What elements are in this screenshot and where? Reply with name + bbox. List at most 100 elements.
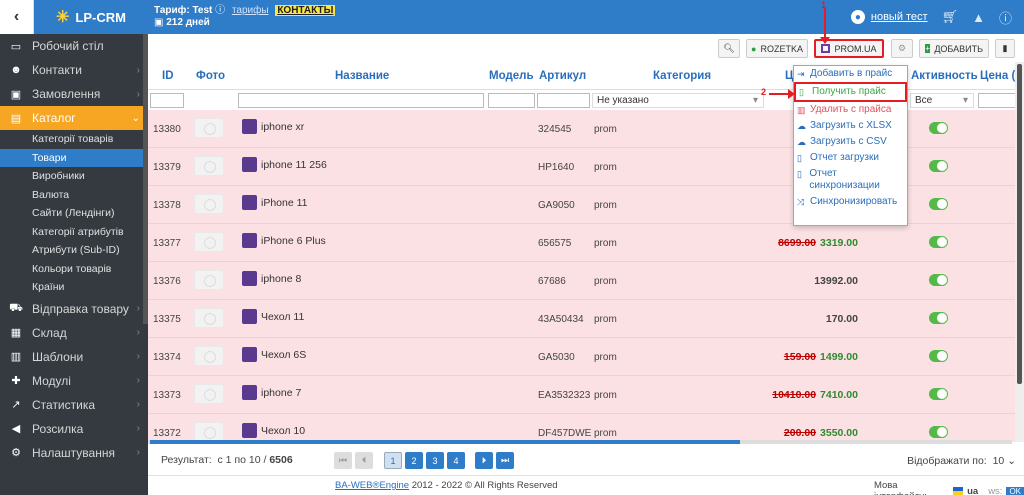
prev-page-button[interactable]: ⏴: [355, 452, 373, 469]
menu-item-synchronize[interactable]: ⤨ Синхронизировать: [794, 194, 907, 210]
next-page-button[interactable]: ⏵: [475, 452, 493, 469]
product-photo-placeholder[interactable]: [194, 232, 224, 252]
table-row[interactable]: 13373 iphone 7 EA3532323 prom 10410.00 7410.0…: [148, 376, 1018, 414]
sidebar-item-shipping[interactable]: ⛟ Відправка товару ›: [0, 297, 148, 321]
product-photo-placeholder[interactable]: [194, 270, 224, 290]
sidebar-subitem-products[interactable]: Товари: [0, 148, 148, 167]
sidebar-subitem[interactable]: Сайти (Лендінги): [0, 204, 148, 223]
sidebar-subitem[interactable]: Валюта: [0, 186, 148, 205]
menu-item-upload-csv[interactable]: ☁ Загрузить с CSV: [794, 134, 907, 150]
active-toggle[interactable]: [929, 274, 948, 286]
logo[interactable]: ✳ LP-CRM: [34, 0, 148, 34]
first-page-button[interactable]: ⏮: [334, 452, 352, 469]
page-button-3[interactable]: 3: [426, 452, 444, 469]
bell-icon[interactable]: ▲: [972, 10, 985, 25]
export-button[interactable]: ▮: [995, 39, 1015, 58]
category-filter[interactable]: Не указано ▾: [592, 93, 764, 108]
brand-link[interactable]: BA-WEB®Engine: [335, 480, 409, 491]
product-name[interactable]: iphone 8: [261, 273, 301, 285]
active-toggle[interactable]: [929, 350, 948, 362]
sidebar-subitem[interactable]: Країни: [0, 278, 148, 297]
table-row[interactable]: 13376 iphone 8 67686 prom 13992.00: [148, 262, 1018, 300]
sidebar-item-catalog[interactable]: ▤ Каталог ⌄: [0, 106, 148, 130]
active-toggle[interactable]: [929, 198, 948, 210]
product-photo-placeholder[interactable]: [194, 194, 224, 214]
id-filter[interactable]: [150, 93, 184, 108]
product-photo-placeholder[interactable]: [194, 384, 224, 404]
product-name[interactable]: iphone 11 256: [261, 159, 327, 171]
table-row[interactable]: 13375 Чехол 11 43A50434 prom 170.00: [148, 300, 1018, 338]
name-filter[interactable]: [238, 93, 484, 108]
column-header-id[interactable]: ID: [162, 70, 174, 82]
tariffs-link[interactable]: тарифы: [232, 5, 269, 16]
search-button[interactable]: 🔍︎: [718, 39, 740, 58]
rozetka-button[interactable]: ● ROZETKA: [746, 39, 808, 58]
product-name[interactable]: Чехол 6S: [261, 349, 306, 361]
active-toggle[interactable]: [929, 388, 948, 400]
table-row[interactable]: 13374 Чехол 6S GA5030 prom 159.00 1499.00: [148, 338, 1018, 376]
sidebar-item-templates[interactable]: ▥ Шаблони ›: [0, 345, 148, 369]
collapse-sidebar-button[interactable]: ‹: [0, 0, 34, 34]
sidebar-subitem[interactable]: Категорії товарів: [0, 130, 148, 149]
sidebar-item-settings[interactable]: ⚙ Налаштування ›: [0, 441, 148, 465]
contacts-link[interactable]: КОНТАКТЫ: [275, 5, 336, 16]
column-header-category[interactable]: Категория: [653, 70, 711, 82]
sidebar-subitem[interactable]: Кольори товарів: [0, 260, 148, 279]
page-button-1[interactable]: 1: [384, 452, 402, 469]
page-button-2[interactable]: 2: [405, 452, 423, 469]
active-toggle[interactable]: [929, 160, 948, 172]
table-vertical-scroll-thumb[interactable]: [1017, 64, 1022, 384]
user-name[interactable]: новый тест: [871, 11, 928, 23]
sidebar-subitem[interactable]: Категорії атрибутів: [0, 223, 148, 242]
active-toggle[interactable]: [929, 312, 948, 324]
menu-item-upload-report[interactable]: ▯ Отчет загрузки: [794, 150, 907, 166]
column-header-name[interactable]: Название: [335, 70, 389, 82]
sidebar-item-warehouse[interactable]: ▦ Склад ›: [0, 321, 148, 345]
per-page-select[interactable]: 10 ⌄: [993, 455, 1016, 467]
sidebar-item-statistics[interactable]: ↗ Статистика ›: [0, 393, 148, 417]
language-code[interactable]: ua: [967, 486, 978, 495]
sidebar-item-contacts[interactable]: ☻ Контакти ›: [0, 58, 148, 82]
active-toggle[interactable]: [929, 426, 948, 438]
table-row[interactable]: 13377 iPhone 6 Plus 656575 prom 8699.00 3319.…: [148, 224, 1018, 262]
table-horizontal-scroll-thumb[interactable]: [150, 440, 740, 444]
active-toggle[interactable]: [929, 122, 948, 134]
settings-button[interactable]: ⚙: [891, 39, 913, 58]
last-page-button[interactable]: ⏭: [496, 452, 514, 469]
product-photo-placeholder[interactable]: [194, 156, 224, 176]
column-header-photo[interactable]: Фото: [196, 70, 225, 82]
column-header-active[interactable]: Активность: [911, 70, 978, 82]
ukraine-flag-icon[interactable]: [952, 487, 964, 495]
active-toggle[interactable]: [929, 236, 948, 248]
product-photo-placeholder[interactable]: [194, 422, 224, 442]
sku-filter[interactable]: [537, 93, 590, 108]
column-header-sku[interactable]: Артикул: [539, 70, 586, 82]
info-icon[interactable]: ⓘ: [215, 5, 225, 16]
add-button[interactable]: + ДОБАВИТЬ: [919, 39, 989, 58]
table-row[interactable]: 13372 Чехол 10 DF457DWE prom 200.00 3550.00: [148, 414, 1018, 442]
model-filter[interactable]: [488, 93, 535, 108]
product-name[interactable]: Чехол 10: [261, 425, 305, 437]
sidebar-subitem[interactable]: Виробники: [0, 167, 148, 186]
menu-item-upload-xlsx[interactable]: ☁ Загрузить с XLSX: [794, 118, 907, 134]
product-photo-placeholder[interactable]: [194, 118, 224, 138]
sidebar-item-modules[interactable]: ✚ Модулі ›: [0, 369, 148, 393]
info-circle-icon[interactable]: ⓘ: [999, 8, 1012, 27]
user-menu[interactable]: ● новый тест: [850, 10, 928, 24]
product-photo-placeholder[interactable]: [194, 346, 224, 366]
sidebar-item-mailing[interactable]: ◀ Розсилка ›: [0, 417, 148, 441]
menu-item-get-price[interactable]: ▯ Получить прайс: [794, 82, 907, 102]
menu-item-sync-report[interactable]: ▯ Отчет синхронизации: [794, 166, 907, 194]
product-name[interactable]: iphone 7: [261, 387, 301, 399]
product-name[interactable]: iPhone 6 Plus: [261, 235, 326, 247]
menu-item-remove-from-price[interactable]: ▥ Удалить с прайса: [794, 102, 907, 118]
product-name[interactable]: Чехол 11: [261, 311, 304, 323]
menu-item-add-to-price[interactable]: ⇥ Добавить в прайс: [794, 66, 907, 82]
column-header-model[interactable]: Модель: [489, 70, 534, 82]
cart-icon[interactable]: 🛒︎: [942, 9, 959, 25]
page-button-4[interactable]: 4: [447, 452, 465, 469]
sidebar-item-desktop[interactable]: ▭ Робочий стіл: [0, 34, 148, 58]
product-name[interactable]: iphone xr: [261, 121, 304, 133]
product-photo-placeholder[interactable]: [194, 308, 224, 328]
active-filter[interactable]: Все ▾: [910, 93, 974, 108]
